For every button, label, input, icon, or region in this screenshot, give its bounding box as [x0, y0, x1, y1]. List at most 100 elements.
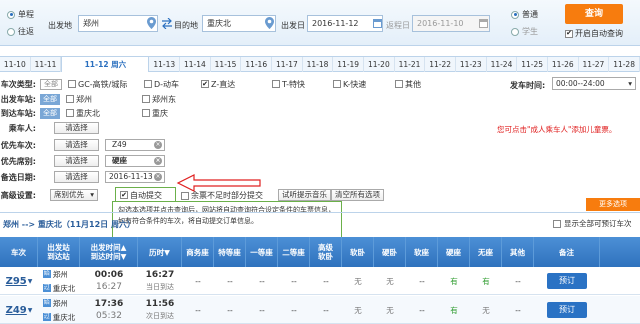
date-tab[interactable]: 11-15: [211, 57, 242, 72]
date-tab[interactable]: 11-12 周六: [61, 56, 150, 72]
option-k[interactable]: K-快速: [333, 79, 381, 90]
option-label: 其他: [405, 79, 421, 89]
all-to-stations-button[interactable]: 全部: [40, 107, 60, 119]
train-pref-row: 优先车次: 请选择 Z49 ×: [0, 138, 165, 152]
date-tab[interactable]: 11-11: [31, 57, 62, 72]
date-tab[interactable]: 11-16: [241, 57, 273, 72]
partial-submit-option[interactable]: 余票不足时部分提交: [181, 190, 263, 201]
station-option[interactable]: 郑州东: [142, 94, 176, 105]
show-all-label: 显示全部可预订车次: [564, 219, 632, 228]
remove-icon[interactable]: ×: [154, 157, 162, 165]
more-options-button[interactable]: 更多选项: [586, 198, 640, 211]
radio-dot: [7, 10, 15, 19]
date-tab[interactable]: 11-21: [395, 57, 426, 72]
depart-time-select[interactable]: 00:00--24:00 ▾: [552, 77, 636, 90]
option-label: K-快速: [343, 79, 367, 89]
option-other[interactable]: 其他: [395, 79, 421, 90]
try-music-button[interactable]: 试听提示音乐: [278, 189, 331, 201]
query-button[interactable]: 查询: [565, 4, 623, 24]
date-tab[interactable]: 11-23: [456, 57, 487, 72]
seat-priority-select[interactable]: 席别优先 ▾: [50, 189, 98, 201]
date-tab[interactable]: 11-17: [272, 57, 303, 72]
radio-label: 往返: [18, 27, 34, 36]
date-tab[interactable]: 11-10: [0, 57, 31, 72]
date-tab[interactable]: 11-14: [180, 57, 211, 72]
option-z[interactable]: ✔ Z-直达: [201, 79, 258, 90]
swap-icon[interactable]: [161, 17, 173, 29]
return-date-label: 返程日: [386, 21, 410, 30]
radio-dot: [511, 10, 519, 19]
to-station: 重庆北: [52, 312, 76, 322]
station-option[interactable]: 郑州: [66, 94, 128, 105]
remove-icon[interactable]: ×: [154, 141, 162, 149]
ticket-student-radio[interactable]: 学生: [511, 26, 538, 37]
auto-query-toggle[interactable]: ✔ 开启自动查询: [565, 28, 623, 39]
round-trip-radio[interactable]: 往返: [7, 26, 34, 37]
station-option[interactable]: 重庆: [142, 108, 168, 119]
option-label: D-动车: [154, 79, 180, 89]
auto-submit-label: 自动提交: [130, 190, 162, 200]
to-label: 目的地: [174, 21, 198, 30]
all-from-stations-button[interactable]: 全部: [40, 93, 60, 105]
pick-date-button[interactable]: 请选择: [54, 171, 99, 183]
column-header: 软座: [406, 237, 438, 267]
seat-availability: --: [323, 305, 329, 315]
date-tab[interactable]: 11-26: [548, 57, 579, 72]
train-number[interactable]: Z95: [6, 276, 27, 287]
time-cell: 17:36 05:32: [80, 296, 138, 324]
date-tab[interactable]: 11-25: [517, 57, 548, 72]
date-tab[interactable]: 11-27: [579, 57, 610, 72]
book-button[interactable]: 预订: [547, 302, 587, 318]
column-header: 硬卧: [374, 237, 406, 267]
pick-train-button[interactable]: 请选择: [54, 139, 99, 151]
date-tab[interactable]: 11-28: [609, 57, 640, 72]
ticket-normal-radio[interactable]: 普通: [511, 9, 538, 20]
date-tab[interactable]: 11-19: [333, 57, 365, 72]
seat-availability: 无: [386, 305, 394, 315]
date-tab[interactable]: 11-24: [487, 57, 518, 72]
more-options-label: 更多选项: [599, 200, 627, 208]
train-number[interactable]: Z49: [6, 305, 27, 316]
option-t[interactable]: T-特快: [272, 79, 319, 90]
show-all-option[interactable]: 显示全部可预订车次: [553, 218, 632, 229]
seat-availability: 无: [354, 305, 362, 315]
depart-time: 00:06: [94, 270, 124, 280]
checkbox-icon: [68, 80, 76, 88]
option-gc[interactable]: GC-高铁/城际: [68, 79, 130, 90]
remove-icon[interactable]: ×: [154, 173, 162, 181]
clear-all-button[interactable]: 清空所有选项: [331, 189, 384, 201]
checkbox-icon: [181, 191, 189, 200]
date-tab[interactable]: 11-20: [364, 57, 395, 72]
date-tab[interactable]: 11-22: [425, 57, 456, 72]
passenger-label: 乘车人:: [8, 123, 36, 133]
option-d[interactable]: D-动车: [144, 79, 187, 90]
option-label: 郑州东: [152, 94, 176, 104]
book-button[interactable]: 预订: [547, 273, 587, 289]
seat-pref-label: 优先席别:: [0, 156, 36, 166]
all-train-types-button[interactable]: 全部: [40, 78, 62, 90]
pick-passenger-button[interactable]: 请选择: [54, 122, 99, 134]
divider: [0, 212, 640, 213]
seat-availability: 有: [450, 305, 458, 315]
date-tab[interactable]: 11-18: [303, 57, 334, 72]
column-header[interactable]: 历时▼: [138, 237, 182, 267]
arrive-time: 05:32: [96, 311, 122, 321]
date-tab[interactable]: 11-13: [149, 57, 181, 72]
station-option[interactable]: 重庆北: [66, 108, 128, 119]
column-header: 其他: [502, 237, 534, 267]
table-row: Z49 ▼ 始郑州过重庆北 17:36 05:32 11:56 次日到达 -- -- -- -- --…: [0, 296, 640, 324]
seat-availability: --: [259, 305, 265, 315]
checkbox-checked-icon: ✔: [565, 29, 573, 38]
to-station: 重庆北: [52, 283, 76, 293]
checkbox-checked-icon: ✔: [120, 190, 128, 199]
one-way-radio[interactable]: 单程: [7, 9, 34, 20]
checkbox-icon: [144, 80, 152, 88]
pick-seat-button[interactable]: 请选择: [54, 155, 99, 167]
checkbox-icon: [272, 80, 280, 88]
column-header: 高级 软卧: [310, 237, 342, 267]
option-label: 重庆北: [76, 108, 100, 118]
seat-availability: --: [323, 276, 329, 286]
from-label: 出发地: [48, 21, 72, 30]
pass-station-icon: 过: [42, 284, 51, 292]
column-header[interactable]: 出发时间▲ 到达时间▼: [80, 237, 138, 267]
